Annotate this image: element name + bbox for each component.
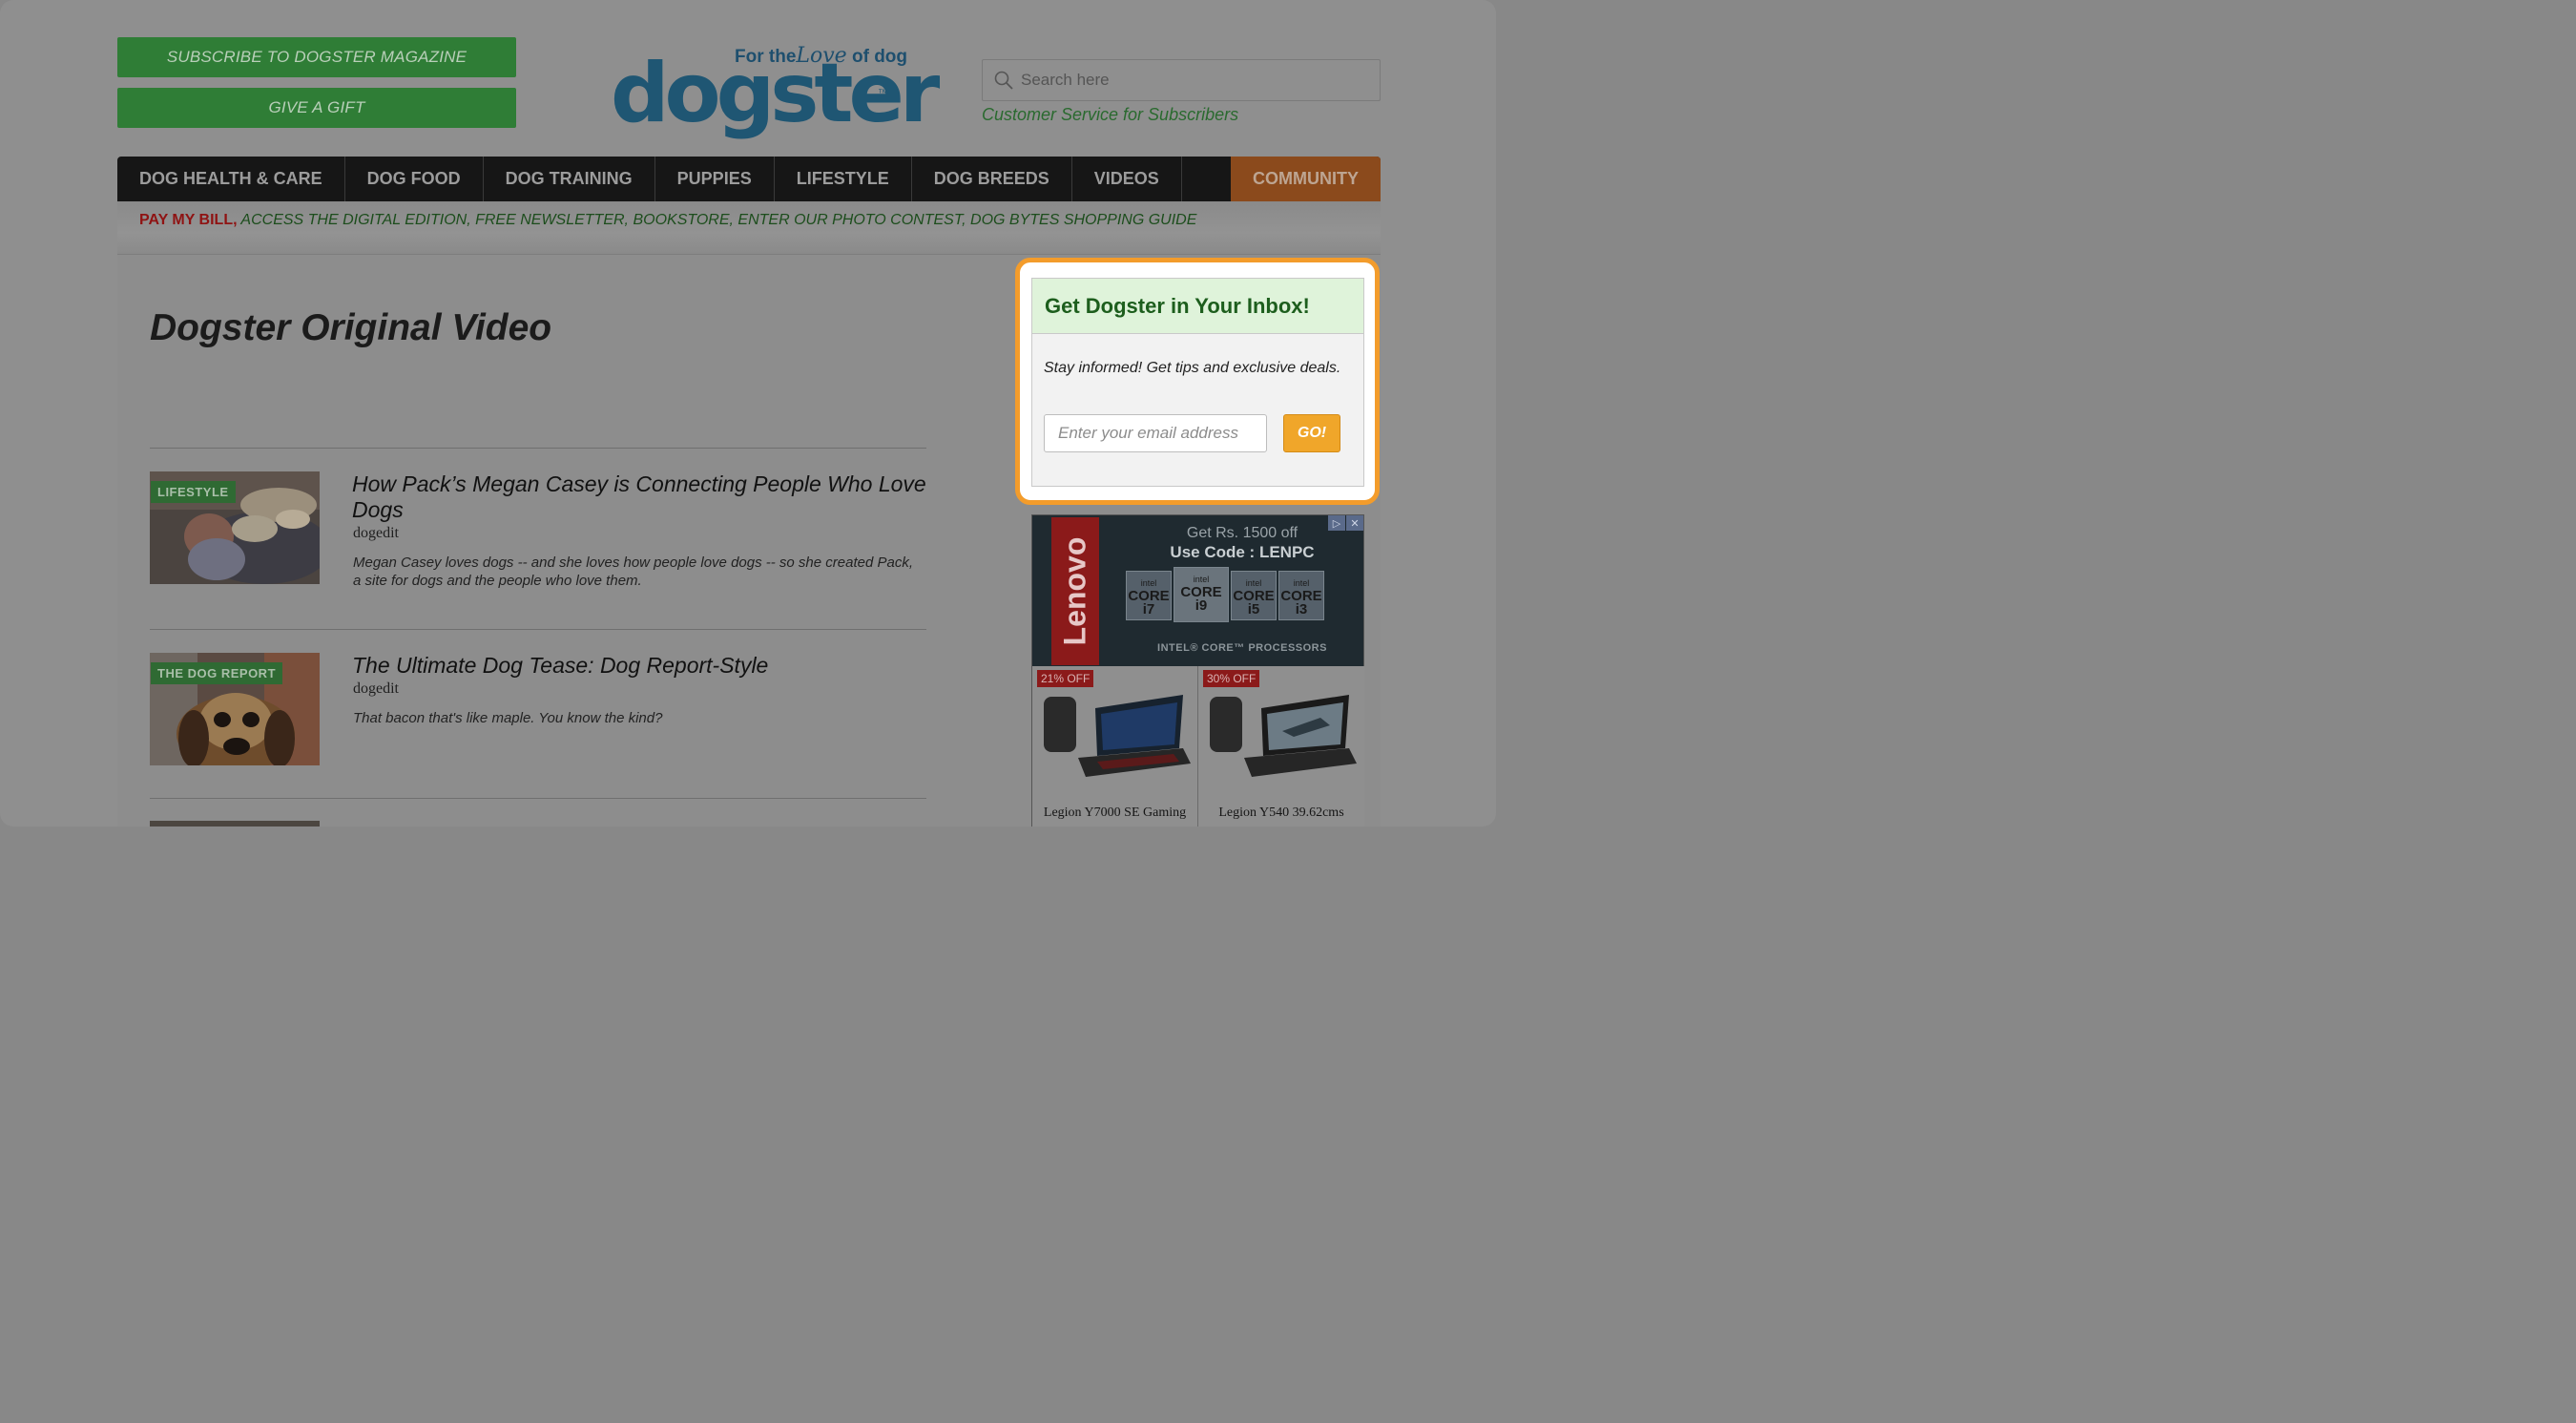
photo-contest-link[interactable]: ENTER OUR PHOTO CONTEST, bbox=[737, 212, 966, 228]
nav-videos[interactable]: VIDEOS bbox=[1072, 157, 1182, 201]
article-author[interactable]: dogedit bbox=[353, 525, 399, 542]
dogster-logo[interactable]: For theLove of dog dogster ™ bbox=[611, 38, 940, 143]
chip-name: CORE i3 bbox=[1280, 588, 1322, 617]
ad-product[interactable]: 21% OFF Legion Y7000 SE Gaming bbox=[1032, 666, 1198, 827]
digital-edition-link[interactable]: ACCESS THE DIGITAL EDITION, bbox=[240, 212, 470, 228]
page-frame: SUBSCRIBE TO DOGSTER MAGAZINE GIVE A GIF… bbox=[0, 0, 1496, 827]
pay-my-bill-link[interactable]: PAY MY BILL, bbox=[139, 212, 238, 228]
main-nav: DOG HEALTH & CARE DOG FOOD DOG TRAINING … bbox=[117, 157, 1381, 201]
ad-offer-code: Use Code : LENPC bbox=[1170, 543, 1315, 561]
nav-dog-training[interactable]: DOG TRAINING bbox=[484, 157, 655, 201]
nav-dog-breeds[interactable]: DOG BREEDS bbox=[912, 157, 1072, 201]
article-title[interactable]: How Pack’s Megan Casey is Connecting Peo… bbox=[352, 471, 934, 523]
article-description: Megan Casey loves dogs -- and she loves … bbox=[353, 555, 913, 589]
ad-choices[interactable]: ▷ ✕ bbox=[1327, 515, 1363, 531]
article-thumbnail[interactable]: THE DOG REPORT bbox=[150, 653, 320, 765]
search-placeholder: Search here bbox=[1021, 71, 1110, 89]
product-name[interactable]: Legion Y7000 SE Gaming bbox=[1032, 806, 1197, 821]
article-thumbnail[interactable]: LIFESTYLE bbox=[150, 471, 320, 584]
laptop-icon bbox=[1210, 695, 1357, 777]
shopping-guide-link[interactable]: DOG BYTES SHOPPING GUIDE bbox=[970, 212, 1196, 228]
search-icon bbox=[994, 71, 1013, 90]
nav-community[interactable]: COMMUNITY bbox=[1231, 157, 1381, 201]
lenovo-logo: Lenovo bbox=[1051, 517, 1099, 665]
intel-chips: intel CORE i7 intel CORE i9 intel CORE i5 i… bbox=[1126, 567, 1324, 622]
newsletter-heading: Get Dogster in Your Inbox! bbox=[1032, 279, 1363, 334]
category-tag[interactable]: THE DOG REPORT bbox=[151, 662, 283, 684]
chip-name: CORE i9 bbox=[1180, 584, 1222, 614]
nav-lifestyle[interactable]: LIFESTYLE bbox=[775, 157, 912, 201]
newsletter-email-input[interactable]: Enter your email address bbox=[1044, 414, 1267, 452]
discount-badge: 21% OFF bbox=[1037, 670, 1094, 687]
divider bbox=[150, 629, 926, 630]
ad-offer: Get Rs. 1500 off Use Code : LENPC bbox=[1137, 524, 1347, 563]
nav-puppies[interactable]: PUPPIES bbox=[655, 157, 775, 201]
bookstore-link[interactable]: BOOKSTORE, bbox=[633, 212, 734, 228]
category-tag[interactable]: LIFESTYLE bbox=[151, 481, 236, 503]
search-input[interactable]: Search here bbox=[982, 59, 1381, 101]
divider bbox=[150, 798, 926, 799]
adchoices-icon[interactable]: ▷ bbox=[1328, 515, 1345, 531]
intel-chip-i7: intel CORE i7 bbox=[1126, 571, 1172, 620]
customer-service-link[interactable]: Customer Service for Subscribers bbox=[982, 105, 1238, 125]
sub-nav-bar: PAY MY BILL, ACCESS THE DIGITAL EDITION,… bbox=[117, 201, 1381, 255]
divider bbox=[150, 448, 926, 449]
chip-name: CORE i5 bbox=[1233, 588, 1275, 617]
newsletter-link[interactable]: FREE NEWSLETTER, bbox=[475, 212, 629, 228]
ad-product[interactable]: 30% OFF Legion Y540 39.62cms bbox=[1198, 666, 1364, 827]
discount-badge: 30% OFF bbox=[1203, 670, 1260, 687]
nav-dog-food[interactable]: DOG FOOD bbox=[345, 157, 484, 201]
article-title[interactable]: The Ultimate Dog Tease: Dog Report-Style bbox=[352, 653, 934, 679]
intel-chip-i5: intel CORE i5 bbox=[1231, 571, 1277, 620]
page-title: Dogster Original Video bbox=[150, 307, 552, 348]
newsletter-text: Stay informed! Get tips and exclusive de… bbox=[1044, 360, 1341, 376]
ad-offer-line1: Get Rs. 1500 off bbox=[1186, 525, 1298, 541]
advertisement[interactable]: Lenovo Get Rs. 1500 off Use Code : LENPC… bbox=[1031, 514, 1364, 827]
logo-trademark: ™ bbox=[878, 88, 888, 99]
newsletter-widget: Get Dogster in Your Inbox! Stay informed… bbox=[1031, 278, 1364, 487]
subscribe-button[interactable]: SUBSCRIBE TO DOGSTER MAGAZINE bbox=[117, 37, 516, 77]
ad-processor-text: INTEL® CORE™ PROCESSORS bbox=[1157, 642, 1327, 654]
ad-brand: Lenovo bbox=[1057, 536, 1092, 646]
intel-chip-i9: intel CORE i9 bbox=[1174, 567, 1229, 622]
give-gift-button[interactable]: GIVE A GIFT bbox=[117, 88, 516, 128]
close-icon[interactable]: ✕ bbox=[1346, 515, 1363, 531]
laptop-icon bbox=[1044, 695, 1191, 777]
article-thumbnail[interactable] bbox=[150, 821, 320, 827]
newsletter-go-button[interactable]: GO! bbox=[1283, 414, 1340, 452]
article-description: That bacon that's like maple. You know t… bbox=[353, 710, 663, 726]
nav-dog-health-care[interactable]: DOG HEALTH & CARE bbox=[117, 157, 345, 201]
ad-products: 21% OFF Legion Y7000 SE Gaming 30% OFF L… bbox=[1032, 666, 1365, 827]
article-author[interactable]: dogedit bbox=[353, 680, 399, 698]
chip-name: CORE i7 bbox=[1128, 588, 1170, 617]
intel-chip-i3: intel CORE i3 bbox=[1278, 571, 1324, 620]
product-name[interactable]: Legion Y540 39.62cms bbox=[1198, 806, 1364, 821]
